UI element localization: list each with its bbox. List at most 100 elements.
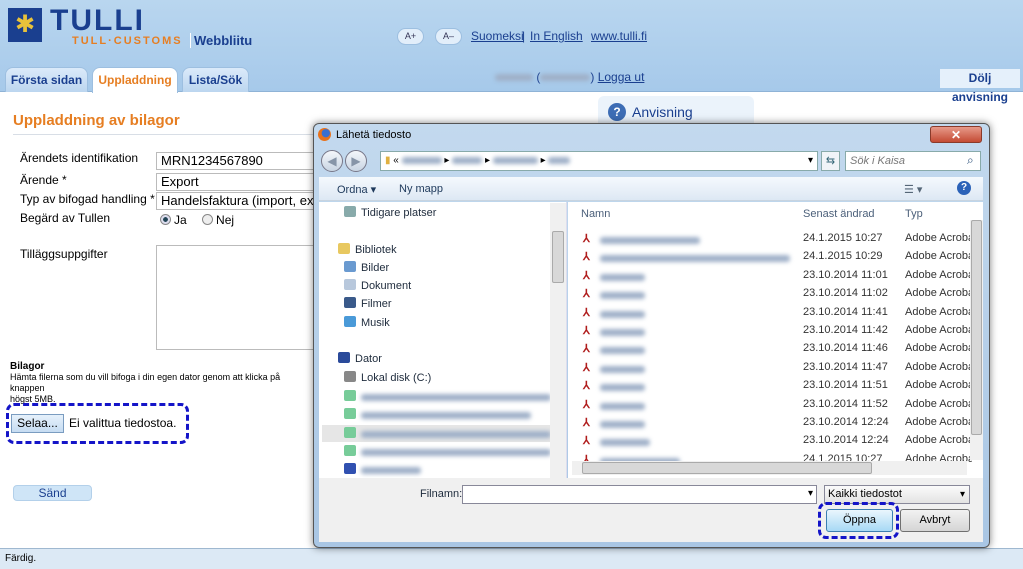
file-type-value: Kaikki tiedostot — [828, 488, 902, 500]
case-id-label: Ärendets identifikation — [20, 151, 139, 165]
nav-local-disk[interactable]: Lokal disk (C:) — [344, 371, 431, 384]
tulli-site-link[interactable]: www.tulli.fi — [591, 29, 647, 43]
tab-forsta-sidan[interactable]: Första sidan — [5, 67, 88, 92]
file-type: Adobe Acrobat — [905, 232, 972, 244]
pdf-file-icon: ⅄ — [583, 435, 590, 448]
nav-libraries[interactable]: Bibliotek — [338, 243, 397, 256]
file-row[interactable]: ⅄ 23.10.2014 12:24 Adobe Acrobat — [580, 433, 980, 451]
radio-yes-button[interactable] — [160, 214, 171, 225]
file-row[interactable]: ⅄ 23.10.2014 11:46 Adobe Acrobat — [580, 341, 980, 359]
nav-videos[interactable]: Filmer — [344, 297, 392, 310]
filename-input[interactable]: ▾ — [462, 485, 817, 504]
file-row[interactable]: ⅄ 23.10.2014 11:02 Adobe Acrobat — [580, 286, 980, 304]
nav-computer[interactable]: Dator — [338, 352, 382, 365]
send-button[interactable]: Sänd — [13, 485, 92, 501]
address-bar[interactable]: ▮ « ▸ ▸ ▸ ▾ — [380, 151, 818, 171]
cancel-button[interactable]: Avbryt — [900, 509, 970, 532]
nav-network-drive[interactable] — [344, 408, 531, 421]
library-icon — [338, 243, 350, 254]
case-label: Ärende * — [20, 173, 67, 187]
column-name[interactable]: Namn — [581, 208, 610, 220]
logo-subtitle: TULL·CUSTOMS — [72, 35, 183, 47]
file-name-blurred — [600, 439, 650, 447]
radio-no-label: Nej — [216, 213, 235, 227]
file-name-blurred — [600, 365, 645, 373]
file-row[interactable]: ⅄ 23.10.2014 11:41 Adobe Acrobat — [580, 305, 980, 323]
search-input[interactable]: Sök i Kaisa — [845, 151, 981, 171]
lang-english-link[interactable]: In English — [530, 29, 583, 43]
network-drive-icon — [344, 390, 356, 401]
column-modified[interactable]: Senast ändrad — [803, 208, 875, 220]
dialog-help-icon[interactable]: ? — [957, 181, 971, 195]
address-dropdown-icon[interactable]: ▾ — [808, 152, 813, 170]
file-row[interactable]: ⅄ 23.10.2014 11:47 Adobe Acrobat — [580, 360, 980, 378]
tab-lista-sok[interactable]: Lista/Sök — [182, 67, 249, 92]
file-modified: 23.10.2014 11:46 — [803, 342, 888, 355]
refresh-button[interactable]: ⇆ — [821, 151, 840, 171]
music-icon — [344, 316, 356, 327]
file-list-vscrollbar[interactable] — [970, 220, 983, 460]
guide-title: Anvisning — [632, 104, 693, 120]
page-title: Uppladdning av bilagor — [13, 112, 180, 129]
chevron-down-icon[interactable]: ▾ — [808, 488, 813, 499]
font-increase-button[interactable]: A+ — [397, 28, 424, 45]
logout-link[interactable]: Logga ut — [598, 70, 645, 84]
file-modified: 23.10.2014 11:02 — [803, 287, 888, 300]
hide-guide-button[interactable]: Dölj anvisning — [940, 69, 1020, 104]
firefox-icon — [318, 128, 331, 141]
file-row[interactable]: ⅄ 23.10.2014 12:24 Adobe Acrobat — [580, 415, 980, 433]
no-file-text: Ei valittua tiedostoa. — [69, 416, 177, 430]
nav-phone[interactable] — [344, 463, 421, 476]
drive-icon — [344, 371, 356, 382]
dialog-title: Lähetä tiedosto — [336, 129, 412, 141]
back-button[interactable]: ◀ — [321, 150, 343, 172]
file-row[interactable]: ⅄ 24.1.2015 10:29 Adobe Acrobat — [580, 249, 980, 267]
case-id-field[interactable]: MRN1234567890 — [156, 152, 316, 170]
nav-network-drive[interactable] — [344, 445, 551, 458]
radio-no[interactable]: Nej — [202, 213, 234, 227]
pdf-file-icon: ⅄ — [583, 233, 590, 245]
extra-info-textarea[interactable] — [156, 245, 316, 350]
case-select[interactable]: Export — [156, 173, 316, 191]
nav-recent-places[interactable]: Tidigare platser — [344, 206, 436, 219]
file-row[interactable]: ⅄ 23.10.2014 11:01 Adobe Acrobat — [580, 268, 980, 286]
file-row[interactable]: ⅄ 23.10.2014 11:51 Adobe Acrobat — [580, 378, 980, 396]
browse-button[interactable]: Selaa... — [11, 414, 64, 433]
organize-button[interactable]: Ordna ▾ — [337, 183, 376, 196]
nav-music[interactable]: Musik — [344, 316, 390, 329]
file-row[interactable]: ⅄ 23.10.2014 11:42 Adobe Acrobat — [580, 323, 980, 341]
file-type: Adobe Acrobat — [905, 324, 972, 336]
tulli-emblem-logo: ✱ — [8, 8, 42, 42]
file-list-hscrollbar[interactable] — [572, 461, 967, 475]
lang-finnish-link[interactable]: Suomeksi — [471, 29, 524, 43]
file-modified: 23.10.2014 11:47 — [803, 360, 888, 373]
nav-network-drive[interactable] — [344, 390, 551, 403]
pdf-file-icon: ⅄ — [583, 325, 590, 337]
status-bar: Färdig. — [0, 548, 1023, 569]
radio-no-button[interactable] — [202, 214, 214, 225]
view-options-icon[interactable]: ☰ ▾ — [904, 183, 922, 196]
nav-pictures[interactable]: Bilder — [344, 261, 389, 274]
doctype-select[interactable]: Handelsfaktura (import, export) — [156, 192, 316, 210]
file-name-blurred — [600, 292, 645, 300]
new-folder-button[interactable]: Ny mapp — [399, 183, 443, 195]
nav-network-drive[interactable] — [344, 427, 551, 440]
file-type: Adobe Acrobat — [905, 360, 972, 373]
pdf-file-icon: ⅄ — [583, 361, 590, 374]
doctype-label: Typ av bifogad handling * — [20, 192, 155, 206]
file-row[interactable]: ⅄ 24.1.2015 10:27 Adobe Acrobat — [580, 231, 980, 249]
tab-uppladdning[interactable]: Uppladdning — [92, 67, 178, 93]
column-type[interactable]: Typ — [905, 208, 923, 220]
status-text: Färdig. — [5, 553, 37, 564]
nav-documents[interactable]: Dokument — [344, 279, 411, 292]
font-decrease-button[interactable]: A– — [435, 28, 462, 45]
dialog-close-button[interactable]: ✕ — [930, 126, 982, 143]
nav-scrollbar[interactable] — [550, 203, 566, 478]
forward-button[interactable]: ▶ — [345, 150, 367, 172]
file-name-blurred — [600, 237, 700, 244]
file-name-blurred — [600, 310, 645, 318]
file-row[interactable]: ⅄ 23.10.2014 11:52 Adobe Acrobat — [580, 397, 980, 415]
pdf-file-icon: ⅄ — [583, 380, 590, 393]
radio-yes[interactable]: Ja — [160, 213, 187, 227]
requested-radio-group: Ja Nej — [160, 213, 234, 227]
